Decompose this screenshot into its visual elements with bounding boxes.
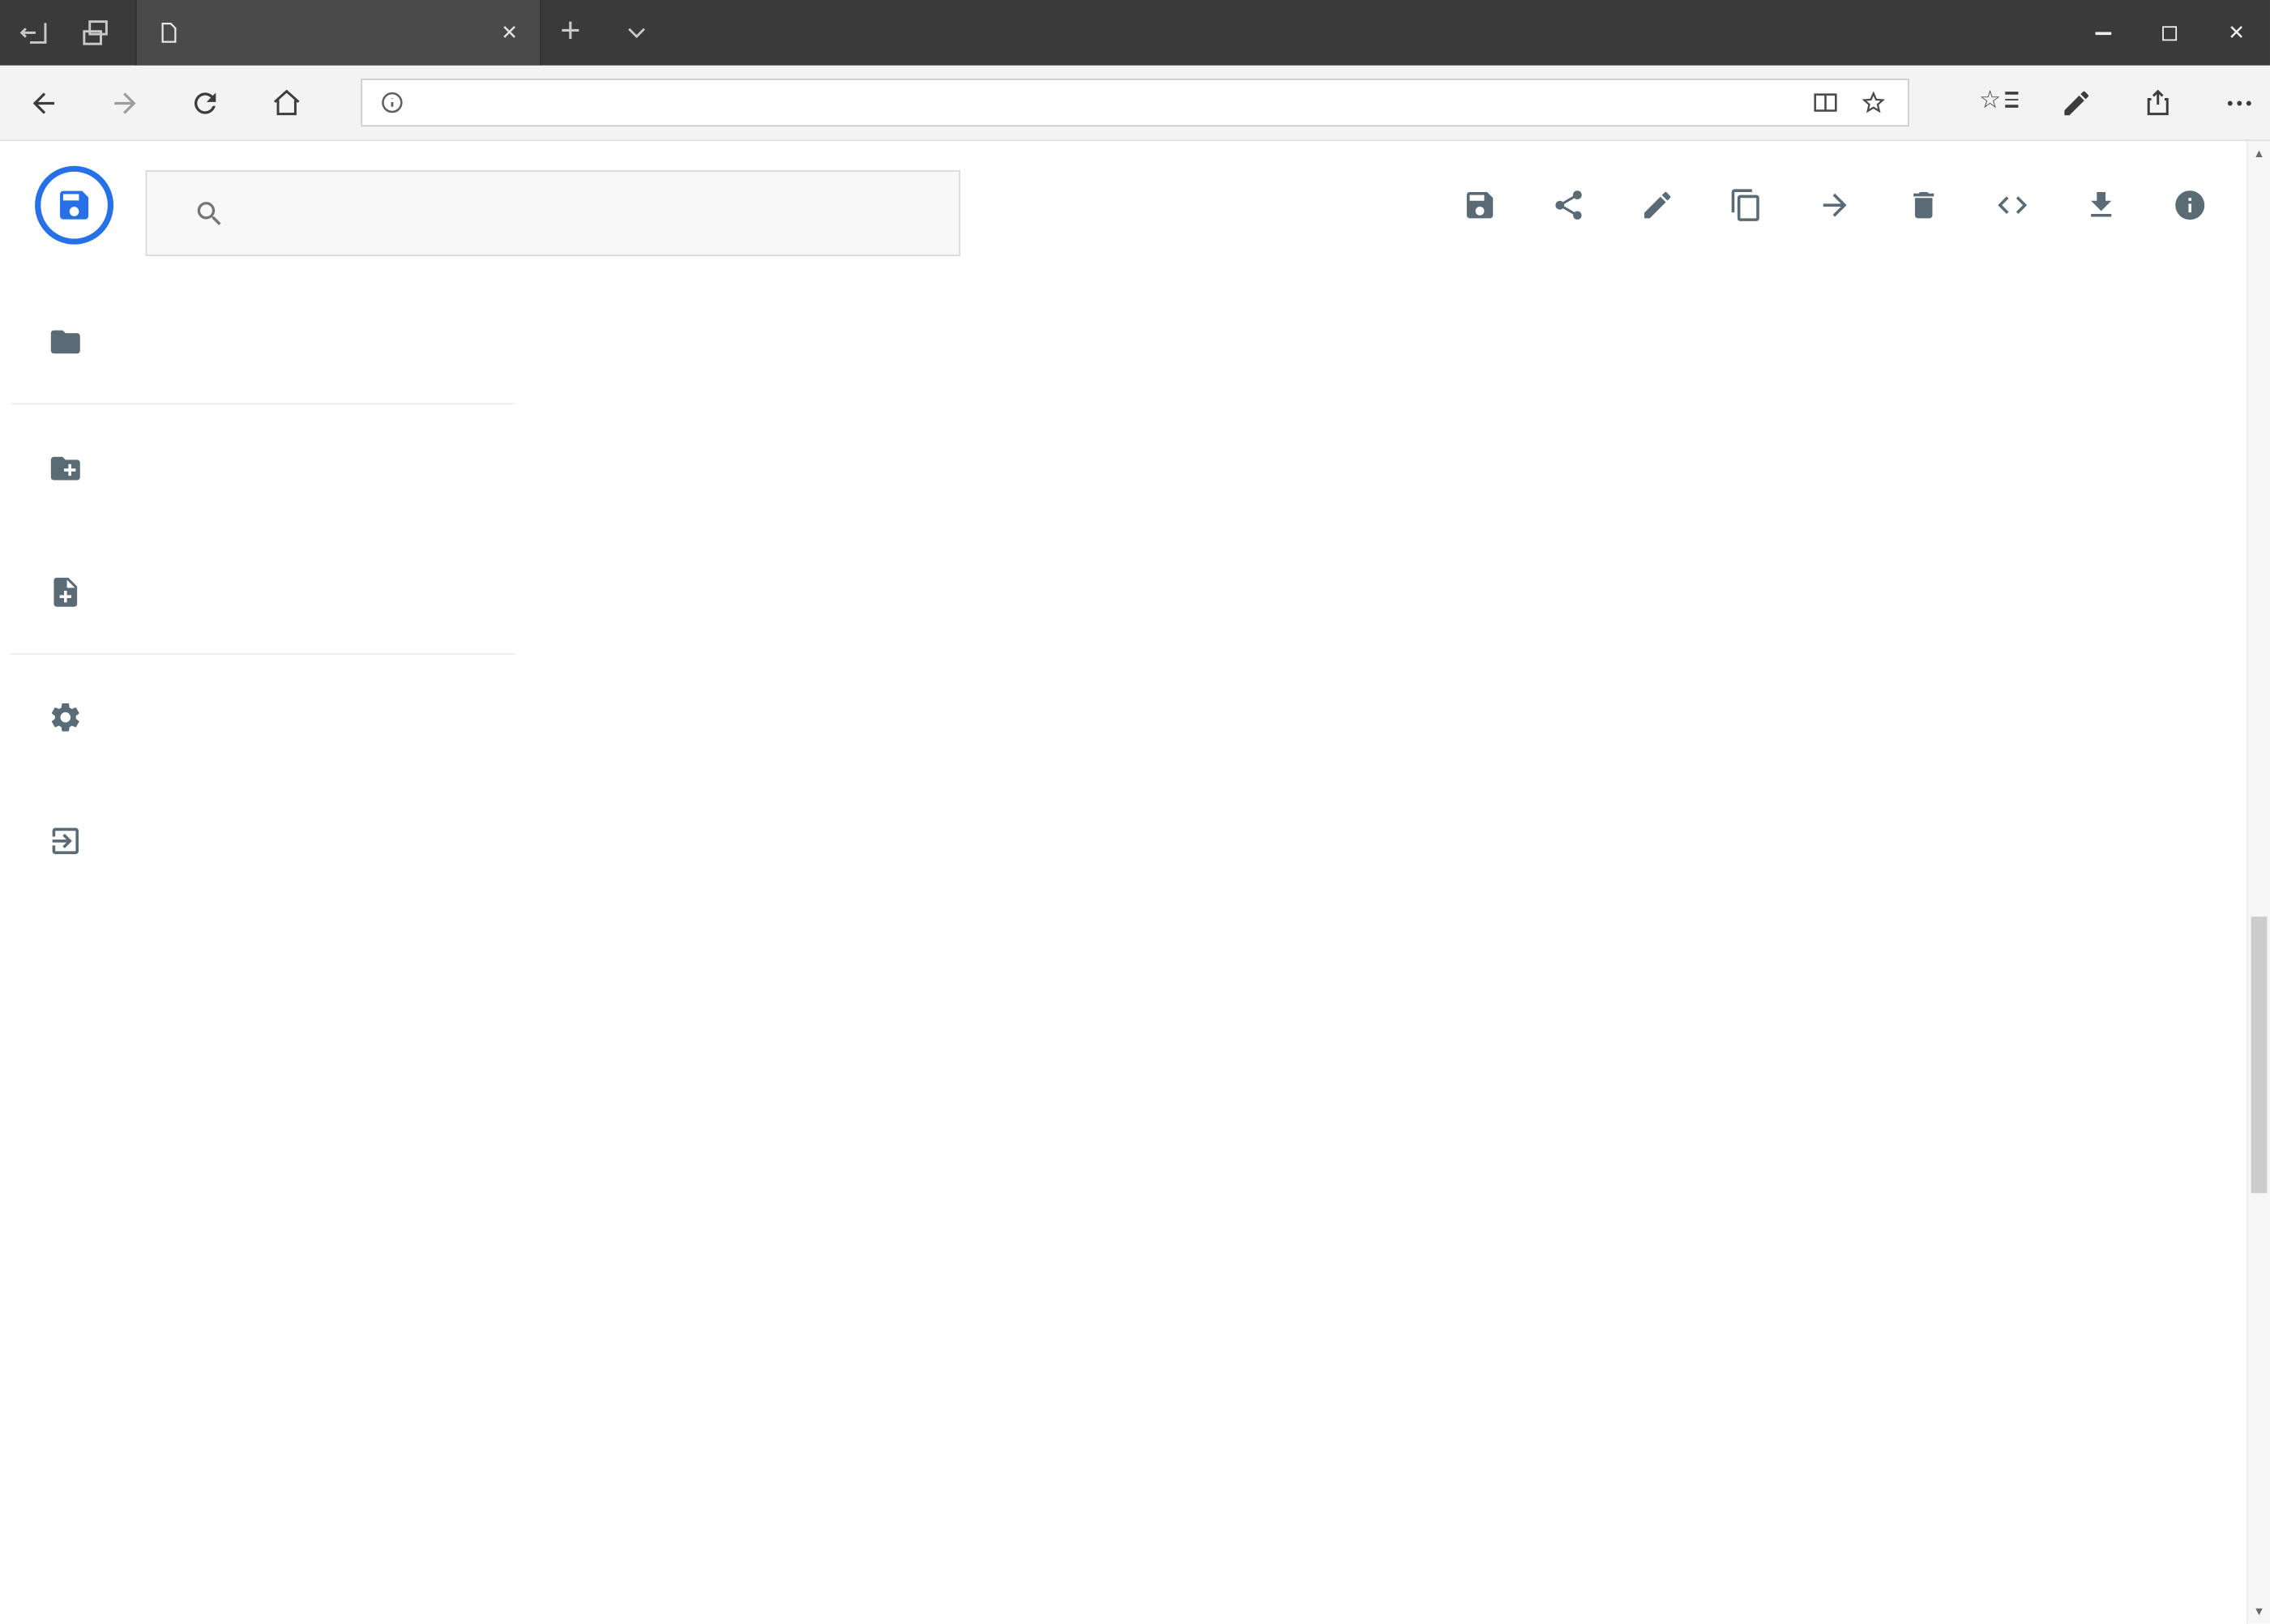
reading-view-icon[interactable] xyxy=(1811,89,1839,117)
browser-navbar: ☆ xyxy=(0,65,2270,142)
window-controls: ✕ xyxy=(2069,0,2270,66)
copy-button[interactable] xyxy=(1729,188,1763,223)
sidebar-item-new-folder[interactable] xyxy=(48,444,109,494)
web-note-pen-icon[interactable] xyxy=(2060,88,2093,120)
new-file-icon xyxy=(48,575,83,609)
share-button[interactable] xyxy=(1551,188,1586,223)
edit-button[interactable] xyxy=(1640,188,1675,223)
sidebar-item-new-file[interactable] xyxy=(48,567,109,617)
move-button[interactable] xyxy=(1818,188,1853,223)
hub-star-glyph: ☆ xyxy=(1978,85,2002,114)
favorite-star-icon[interactable] xyxy=(1860,89,1887,117)
sidebar-divider xyxy=(10,653,515,655)
code-view-button[interactable] xyxy=(1995,188,2030,223)
save-button[interactable] xyxy=(1462,188,1497,223)
sidebar-item-logout[interactable] xyxy=(48,816,109,865)
set-tabs-aside-icon[interactable] xyxy=(18,16,51,49)
screen: ✕ + ✕ ☆ ▲ ▼ xyxy=(0,0,2270,1624)
hub-lines-glyph xyxy=(2005,88,2019,111)
download-button[interactable] xyxy=(2084,188,2118,223)
search-input[interactable] xyxy=(246,196,892,230)
sidebar-divider xyxy=(10,403,515,405)
maximize-button[interactable] xyxy=(2136,0,2204,66)
home-icon[interactable] xyxy=(271,88,303,120)
browser-tab-bar: ✕ + ✕ xyxy=(0,0,2270,66)
browser-tab[interactable]: ✕ xyxy=(135,0,541,66)
scrollbar-thumb[interactable] xyxy=(2251,917,2268,1194)
file-toolbar xyxy=(1462,188,2207,223)
address-bar[interactable] xyxy=(361,78,1909,127)
tab-close-icon[interactable]: ✕ xyxy=(494,19,525,46)
minimize-icon xyxy=(2094,31,2111,35)
hub-favorites-icon[interactable]: ☆ xyxy=(1978,85,2019,120)
folder-icon xyxy=(48,324,83,359)
sidebar-item-settings[interactable] xyxy=(48,693,109,742)
scroll-down-arrow-icon[interactable]: ▼ xyxy=(2248,1599,2270,1624)
app-header xyxy=(0,141,2247,271)
tabs-preview-icon[interactable] xyxy=(79,16,112,49)
site-info-icon[interactable] xyxy=(380,90,405,115)
logout-icon xyxy=(48,823,83,858)
back-icon[interactable] xyxy=(28,88,60,120)
settings-gear-icon xyxy=(48,700,83,735)
refresh-icon[interactable] xyxy=(189,88,221,120)
search-box[interactable] xyxy=(145,170,961,257)
filebrowser-logo[interactable] xyxy=(35,165,114,245)
tab-preview-chevron-icon[interactable] xyxy=(622,18,652,49)
new-tab-button[interactable]: + xyxy=(560,9,580,55)
page-scrollbar[interactable]: ▲ ▼ xyxy=(2246,141,2270,1624)
code-editor[interactable] xyxy=(525,270,2247,1624)
share-page-icon[interactable] xyxy=(2142,88,2174,120)
sidebar-item-my-files[interactable] xyxy=(48,317,109,366)
maximize-icon xyxy=(2162,25,2178,41)
new-folder-icon xyxy=(48,451,83,486)
close-button[interactable]: ✕ xyxy=(2203,0,2270,66)
sidebar xyxy=(0,270,526,1624)
forward-icon[interactable] xyxy=(109,88,142,120)
scroll-up-arrow-icon[interactable]: ▲ xyxy=(2248,141,2270,166)
minimize-button[interactable] xyxy=(2069,0,2136,66)
search-icon xyxy=(194,197,226,229)
page-document-icon xyxy=(157,22,179,44)
more-menu-icon[interactable] xyxy=(2224,88,2256,120)
delete-button[interactable] xyxy=(1906,188,1941,223)
info-button[interactable] xyxy=(2173,188,2208,223)
